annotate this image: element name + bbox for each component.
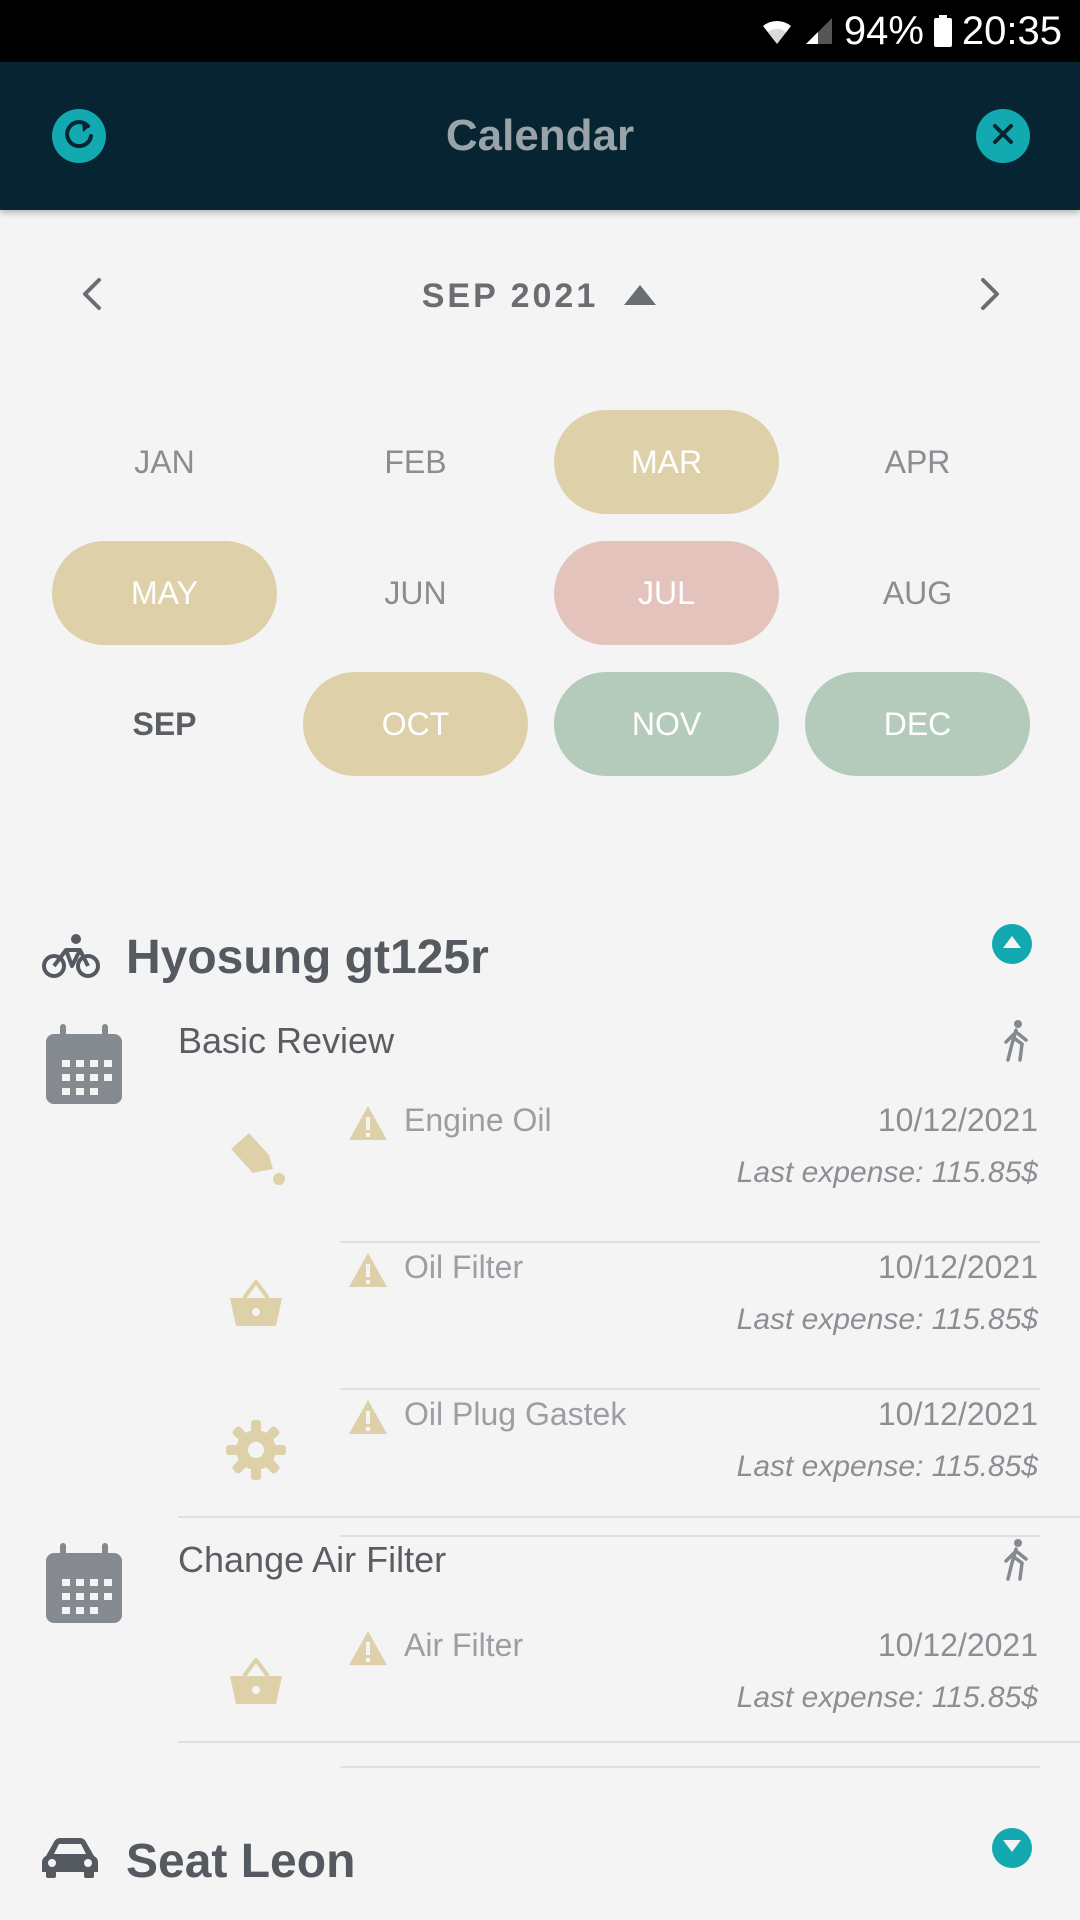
- item-date: 10/12/2021: [877, 1249, 1038, 1285]
- task-title: Change Air Filter: [178, 1539, 447, 1580]
- task-divider: [178, 1741, 1080, 1743]
- basket-icon: [222, 1647, 290, 1715]
- warning-icon: [347, 1251, 389, 1294]
- divider: [340, 1535, 1040, 1537]
- collapse-toggle[interactable]: [992, 924, 1032, 964]
- item-name: Oil Filter: [404, 1249, 524, 1285]
- month-navigator: SEP 2021: [0, 260, 1080, 332]
- item-date: 10/12/2021: [877, 1102, 1038, 1138]
- oil-can-icon: [222, 1122, 290, 1190]
- item-expense: Last expense: 115.85$: [736, 1681, 1038, 1714]
- vehicle-name: Hyosung gt125r: [126, 931, 489, 984]
- item-expense: Last expense: 115.85$: [736, 1303, 1038, 1336]
- vehicle-header[interactable]: Seat Leon: [0, 1824, 1080, 1904]
- warning-icon: [347, 1398, 389, 1441]
- month-aug[interactable]: AUG: [805, 541, 1030, 645]
- battery-icon: [933, 15, 952, 47]
- clock: 20:35: [961, 8, 1062, 53]
- car-icon: [42, 1836, 98, 1883]
- gear-icon: [222, 1416, 290, 1484]
- item-name: Air Filter: [404, 1627, 524, 1663]
- month-jan[interactable]: JAN: [52, 410, 277, 514]
- item-name: Engine Oil: [404, 1102, 552, 1138]
- list-item-oil-plug-gastek[interactable]: Oil Plug Gastek 10/12/2021 Last expense:…: [0, 1390, 1080, 1537]
- vehicle-header[interactable]: Hyosung gt125r: [0, 920, 1080, 1000]
- wifi-icon: [760, 16, 794, 46]
- chevron-right-icon: [978, 276, 1002, 317]
- walk-icon: [1000, 1020, 1034, 1067]
- expand-toggle[interactable]: [992, 1828, 1032, 1868]
- signal-icon: [804, 16, 834, 46]
- month-mar[interactable]: MAR: [554, 410, 779, 514]
- month-dec[interactable]: DEC: [805, 672, 1030, 776]
- month-apr[interactable]: APR: [805, 410, 1030, 514]
- list-item-engine-oil[interactable]: Engine Oil 10/12/2021 Last expense: 115.…: [0, 1096, 1080, 1243]
- item-expense: Last expense: 115.85$: [736, 1450, 1038, 1483]
- month-nov[interactable]: NOV: [554, 672, 779, 776]
- triangle-up-icon: [1002, 935, 1022, 954]
- next-month-button[interactable]: [966, 272, 1014, 320]
- month-oct[interactable]: OCT: [303, 672, 528, 776]
- month-picker-toggle[interactable]: SEP 2021: [0, 260, 1080, 332]
- divider: [340, 1766, 1040, 1768]
- triangle-up-icon: [622, 277, 658, 316]
- item-date: 10/12/2021: [877, 1627, 1038, 1663]
- task-divider: [178, 1516, 1080, 1518]
- basket-icon: [222, 1269, 290, 1337]
- warning-icon: [347, 1629, 389, 1672]
- list-item-air-filter[interactable]: Air Filter 10/12/2021 Last expense: 115.…: [0, 1621, 1080, 1768]
- item-expense: Last expense: 115.85$: [736, 1156, 1038, 1189]
- battery-percent: 94%: [843, 8, 924, 53]
- page-title: Calendar: [445, 111, 635, 160]
- month-jun[interactable]: JUN: [303, 541, 528, 645]
- triangle-down-icon: [1002, 1839, 1022, 1858]
- month-may[interactable]: MAY: [52, 541, 277, 645]
- close-button[interactable]: [976, 109, 1030, 163]
- month-jul[interactable]: JUL: [554, 541, 779, 645]
- app-bar: Calendar: [0, 62, 1080, 210]
- current-month-label: SEP 2021: [421, 276, 599, 315]
- calendar-icon: [46, 1543, 122, 1628]
- list-item-oil-filter[interactable]: Oil Filter 10/12/2021 Last expense: 115.…: [0, 1243, 1080, 1390]
- walk-icon: [1000, 1539, 1034, 1586]
- month-feb[interactable]: FEB: [303, 410, 528, 514]
- item-name: Oil Plug Gastek: [404, 1396, 627, 1432]
- bicycle-icon: [42, 932, 100, 985]
- warning-icon: [347, 1104, 389, 1147]
- month-sep[interactable]: SEP: [52, 672, 277, 776]
- vehicle-name: Seat Leon: [126, 1835, 356, 1888]
- task-title: Basic Review: [178, 1020, 395, 1061]
- close-icon: [990, 121, 1016, 152]
- status-bar: 94% 20:35: [0, 0, 1080, 62]
- item-date: 10/12/2021: [877, 1396, 1038, 1432]
